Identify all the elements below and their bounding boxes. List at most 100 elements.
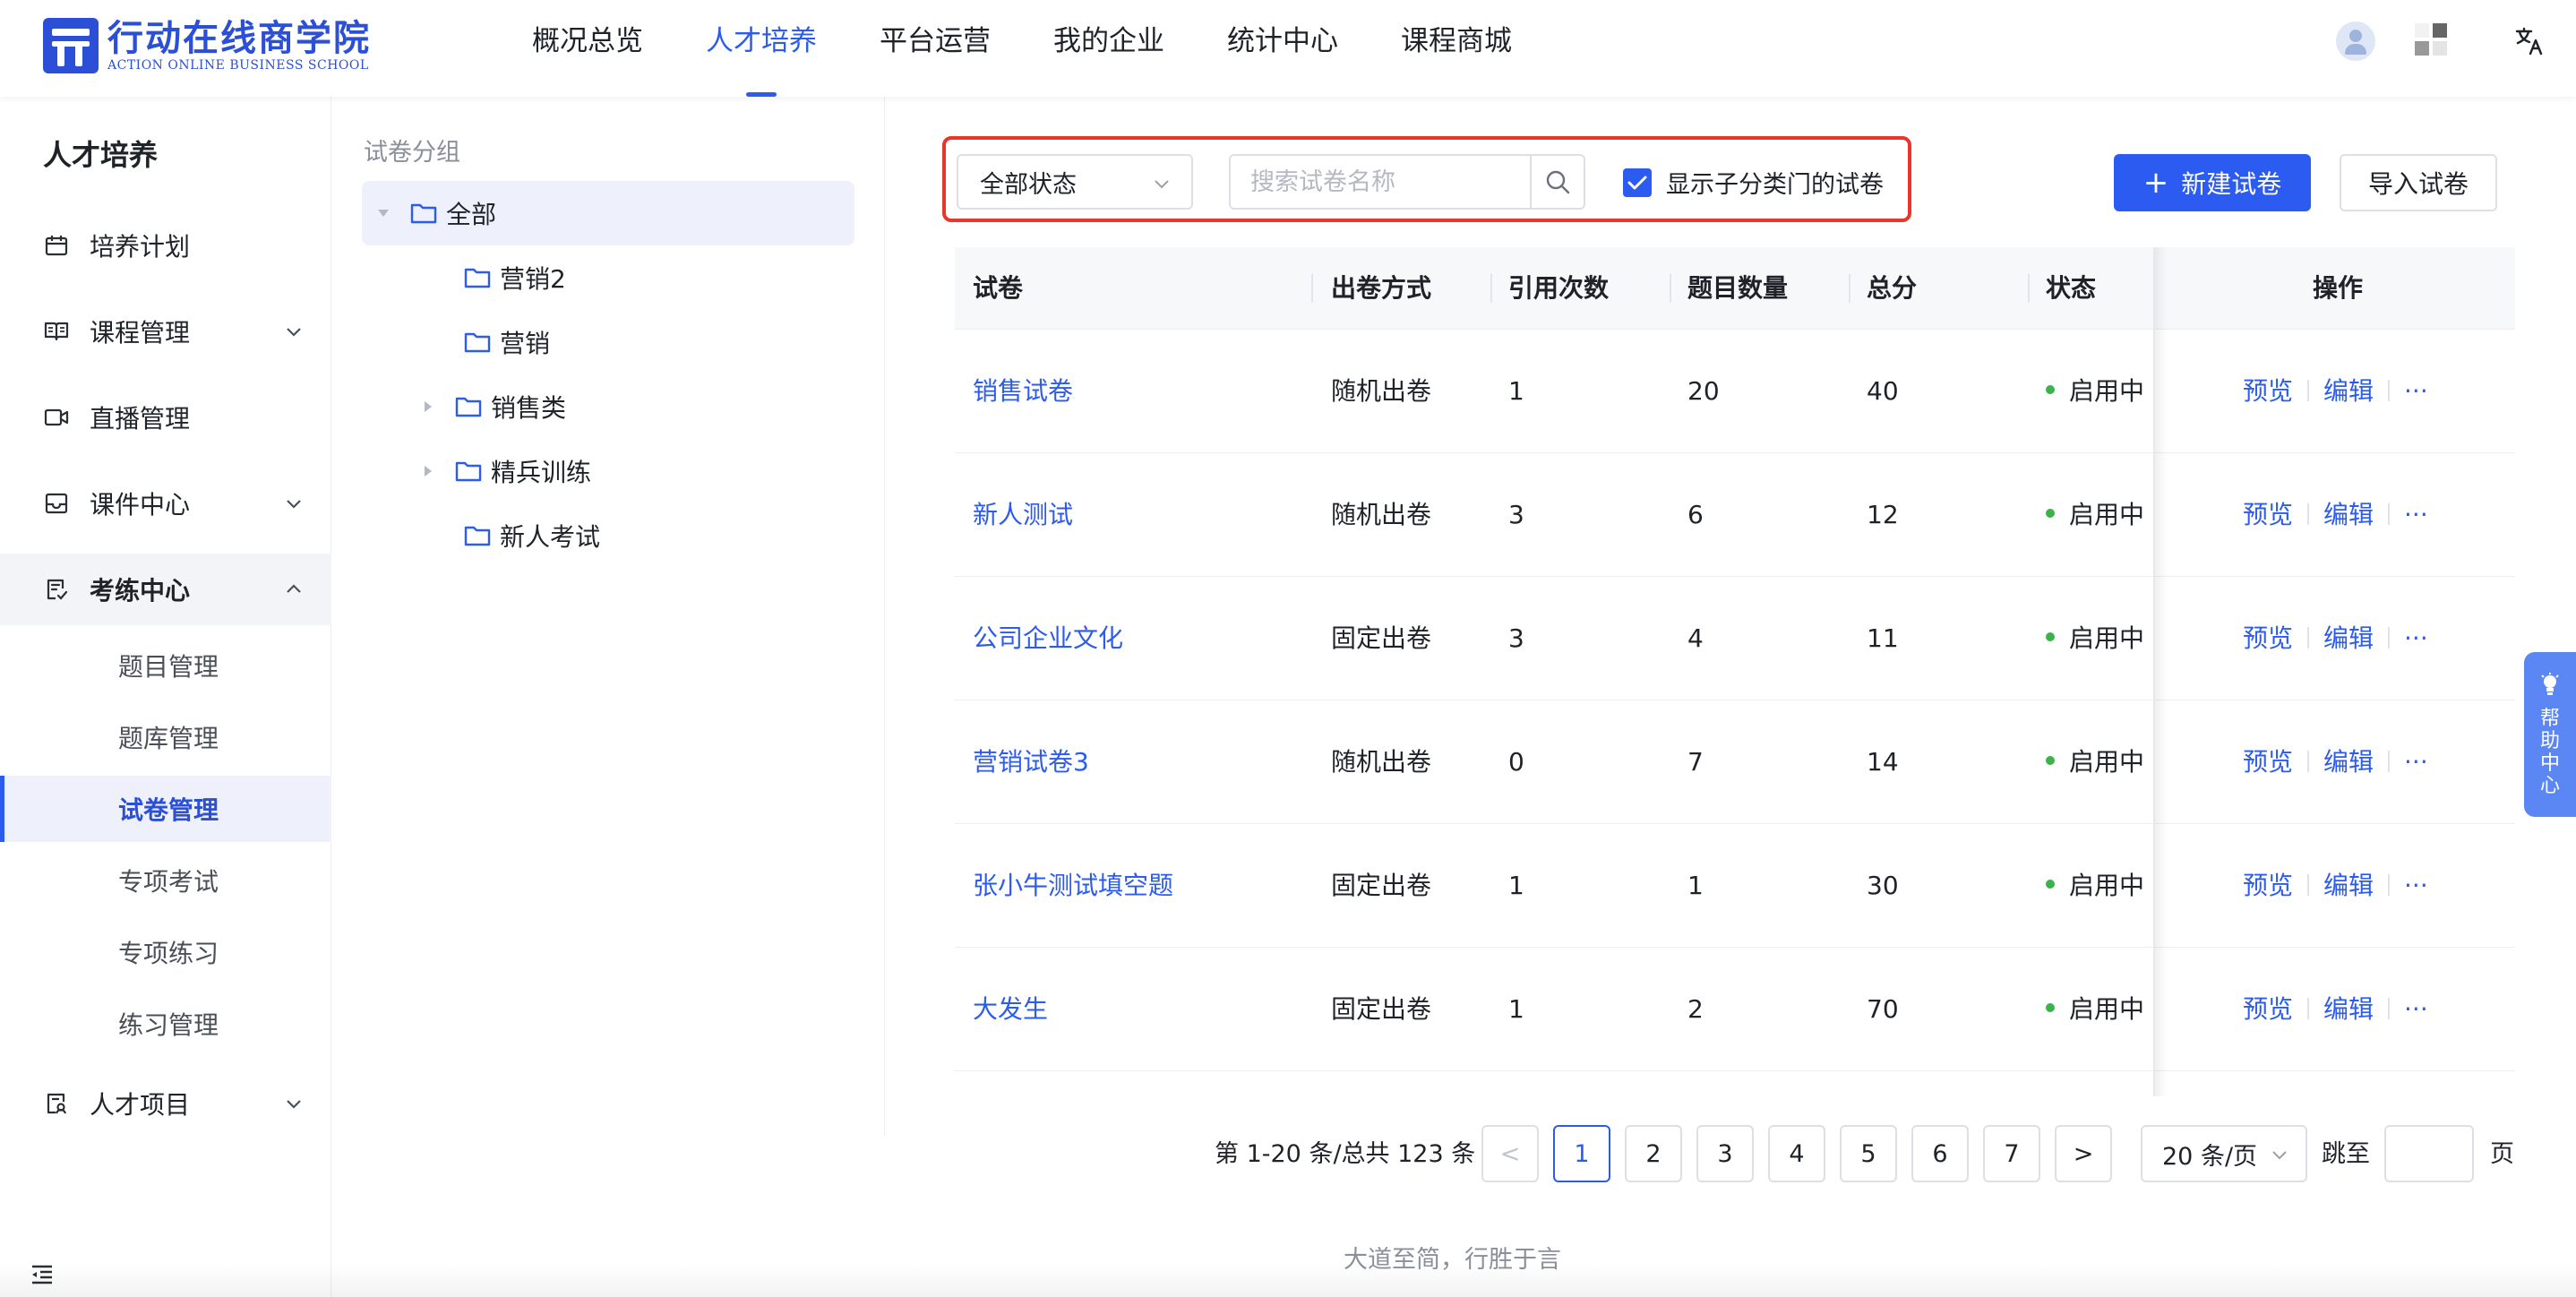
paper-count: 6 bbox=[1687, 500, 1704, 529]
tree-node-sales[interactable]: 销售类 bbox=[419, 374, 566, 439]
preview-link[interactable]: 预览 bbox=[2243, 623, 2293, 653]
edit-link[interactable]: 编辑 bbox=[2323, 871, 2374, 900]
qrcode-icon[interactable] bbox=[2415, 23, 2447, 59]
edit-link[interactable]: 编辑 bbox=[2323, 623, 2374, 653]
folder-icon bbox=[464, 268, 491, 288]
jump-label: 跳至 bbox=[2322, 1140, 2370, 1168]
brand-logo[interactable]: 行动在线商学院 ACTION ONLINE BUSINESS SCHOOL bbox=[43, 18, 371, 73]
preview-link[interactable]: 预览 bbox=[2243, 994, 2293, 1024]
edit-link[interactable]: 编辑 bbox=[2323, 994, 2374, 1024]
table-row: 大发生 固定出卷 1 2 70 启用中 预览 编辑 ··· bbox=[955, 948, 2515, 1071]
more-icon[interactable]: ··· bbox=[2404, 500, 2428, 529]
sidebar-sub-special-exam[interactable]: 专项考试 bbox=[0, 847, 331, 914]
plus-icon: + bbox=[2142, 165, 2169, 201]
sidebar-sub-question[interactable]: 题目管理 bbox=[0, 632, 331, 699]
paper-name-link[interactable]: 张小牛测试填空题 bbox=[973, 824, 1173, 948]
sidebar-item-plan[interactable]: 培养计划 bbox=[0, 210, 331, 281]
nav-item-statistics[interactable]: 统计中心 bbox=[1227, 0, 1338, 97]
chevron-down-icon bbox=[2272, 1151, 2287, 1160]
more-icon[interactable]: ··· bbox=[2404, 747, 2428, 777]
jump-page-input[interactable] bbox=[2384, 1125, 2474, 1182]
tree-node-all[interactable]: 全部 bbox=[362, 181, 854, 245]
sidebar-sub-question-bank[interactable]: 题库管理 bbox=[0, 704, 331, 770]
edit-link[interactable]: 编辑 bbox=[2323, 500, 2374, 529]
col-ops: 操作 bbox=[2313, 273, 2364, 303]
paper-name-link[interactable]: 销售试卷 bbox=[973, 330, 1073, 453]
show-children-label[interactable]: 显示子分类门的试卷 bbox=[1666, 165, 1884, 200]
tree-node-elite[interactable]: 精兵训练 bbox=[419, 439, 591, 503]
chevron-down-icon bbox=[287, 1100, 301, 1109]
book-icon bbox=[43, 318, 70, 345]
more-icon[interactable]: ··· bbox=[2404, 623, 2428, 653]
more-icon[interactable]: ··· bbox=[2404, 994, 2428, 1024]
sidebar-sub-practice[interactable]: 练习管理 bbox=[0, 991, 331, 1057]
pagination-next-button[interactable]: > bbox=[2055, 1125, 2112, 1182]
nav-item-operation[interactable]: 平台运营 bbox=[880, 0, 991, 97]
paper-mode: 固定出卷 bbox=[1331, 871, 1432, 900]
edit-link[interactable]: 编辑 bbox=[2323, 376, 2374, 406]
nav-item-talent[interactable]: 人才培养 bbox=[706, 0, 817, 97]
help-center-label: 帮助中心 bbox=[2539, 708, 2560, 797]
sidebar-item-courseware[interactable]: 课件中心 bbox=[0, 468, 331, 539]
preview-link[interactable]: 预览 bbox=[2243, 871, 2293, 900]
paper-count: 1 bbox=[1687, 871, 1704, 900]
inbox-icon bbox=[43, 490, 70, 517]
paper-count: 4 bbox=[1687, 623, 1704, 653]
tree-node-newcomer[interactable]: 新人考试 bbox=[464, 503, 600, 568]
row-actions: 预览 编辑 ··· bbox=[2243, 453, 2428, 577]
more-icon[interactable]: ··· bbox=[2404, 376, 2428, 406]
paper-count: 7 bbox=[1687, 747, 1704, 777]
edit-link[interactable]: 编辑 bbox=[2323, 747, 2374, 777]
pagination-page-1[interactable]: 1 bbox=[1553, 1125, 1610, 1182]
nav-item-overview[interactable]: 概况总览 bbox=[532, 0, 643, 97]
pagination-page-3[interactable]: 3 bbox=[1696, 1125, 1754, 1182]
paper-name-link[interactable]: 公司企业文化 bbox=[973, 577, 1123, 700]
pagination-page-5[interactable]: 5 bbox=[1840, 1125, 1897, 1182]
page-size-select[interactable]: 20 条/页 bbox=[2141, 1125, 2307, 1182]
caret-right-icon[interactable] bbox=[419, 398, 437, 416]
nav-item-enterprise[interactable]: 我的企业 bbox=[1053, 0, 1164, 97]
preview-link[interactable]: 预览 bbox=[2243, 376, 2293, 406]
sidebar-item-live[interactable]: 直播管理 bbox=[0, 382, 331, 453]
preview-link[interactable]: 预览 bbox=[2243, 500, 2293, 529]
status-badge: 启用中 bbox=[2046, 948, 2144, 1071]
tree-node-marketing[interactable]: 营销 bbox=[464, 310, 550, 374]
import-paper-button[interactable]: 导入试卷 bbox=[2340, 154, 2497, 211]
pagination-page-4[interactable]: 4 bbox=[1768, 1125, 1825, 1182]
pagination-page-7[interactable]: 7 bbox=[1983, 1125, 2040, 1182]
caret-down-icon[interactable] bbox=[374, 204, 392, 222]
new-paper-button[interactable]: + 新建试卷 bbox=[2114, 154, 2311, 211]
tree-node-marketing2[interactable]: 营销2 bbox=[464, 245, 566, 310]
sidebar-item-exam-center[interactable]: 考练中心 bbox=[0, 554, 331, 625]
more-icon[interactable]: ··· bbox=[2404, 871, 2428, 900]
table-row: 张小牛测试填空题 固定出卷 1 1 30 启用中 预览 编辑 ··· bbox=[955, 824, 2515, 948]
nav-item-store[interactable]: 课程商城 bbox=[1401, 0, 1512, 97]
pagination-total: 第 1-20 条/总共 123 条 bbox=[1215, 1140, 1476, 1168]
translate-icon[interactable] bbox=[2512, 23, 2547, 59]
row-actions: 预览 编辑 ··· bbox=[2243, 577, 2428, 700]
search-input[interactable] bbox=[1231, 156, 1530, 208]
sidebar-sub-paper[interactable]: 试卷管理 bbox=[0, 776, 331, 842]
sidebar-item-course[interactable]: 课程管理 bbox=[0, 296, 331, 367]
chevron-up-icon bbox=[287, 584, 301, 593]
pagination-page-6[interactable]: 6 bbox=[1911, 1125, 1969, 1182]
sidebar-sub-special-practice[interactable]: 专项练习 bbox=[0, 919, 331, 985]
paper-refs: 1 bbox=[1508, 994, 1524, 1024]
sidebar-item-project[interactable]: 人才项目 bbox=[0, 1068, 331, 1139]
paper-score: 11 bbox=[1867, 623, 1899, 653]
pagination-page-2[interactable]: 2 bbox=[1625, 1125, 1682, 1182]
preview-link[interactable]: 预览 bbox=[2243, 747, 2293, 777]
paper-name-link[interactable]: 营销试卷3 bbox=[973, 700, 1089, 824]
paper-name-link[interactable]: 大发生 bbox=[973, 948, 1048, 1071]
pagination-prev-button[interactable]: < bbox=[1481, 1125, 1539, 1182]
help-center-button[interactable]: 帮助中心 bbox=[2524, 652, 2576, 817]
paper-refs: 1 bbox=[1508, 376, 1524, 406]
paper-name-link[interactable]: 新人测试 bbox=[973, 453, 1073, 577]
search-button[interactable] bbox=[1530, 156, 1584, 208]
caret-right-icon[interactable] bbox=[419, 462, 437, 480]
table-row: 公司企业文化 固定出卷 3 4 11 启用中 预览 编辑 ··· bbox=[955, 577, 2515, 700]
top-bar: 行动在线商学院 ACTION ONLINE BUSINESS SCHOOL 概况… bbox=[0, 0, 2576, 97]
avatar-icon[interactable] bbox=[2336, 21, 2375, 61]
status-select[interactable]: 全部状态 bbox=[957, 154, 1193, 210]
show-children-checkbox[interactable] bbox=[1623, 168, 1652, 197]
